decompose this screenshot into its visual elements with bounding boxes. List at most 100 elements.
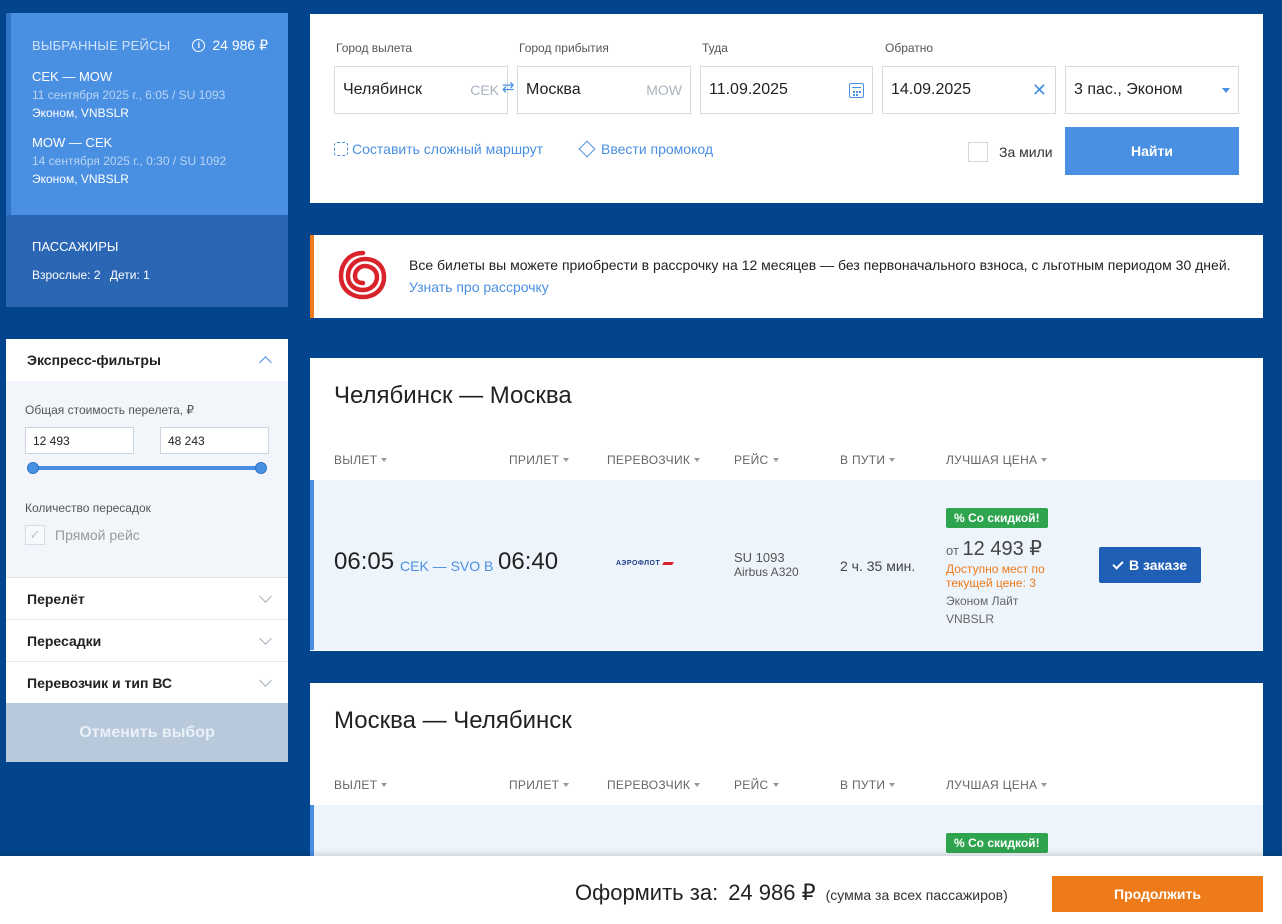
from-city-code: CEK (470, 82, 499, 98)
express-filters-body: Общая стоимость перелета, ₽ Количество п… (6, 381, 288, 577)
price-slider-max-handle[interactable] (255, 462, 267, 474)
filter-section-transfers[interactable]: Пересадки (6, 619, 288, 661)
filters-panel: Экспресс-фильтры Общая стоимость перелет… (6, 339, 288, 762)
promo-code-link[interactable]: Ввести промокод (578, 140, 713, 158)
price-slider[interactable] (25, 461, 269, 475)
selected-segment: MOW — CEK 14 сентября 2025 г., 0:30 / SU… (32, 134, 268, 188)
discount-badge: % Со скидкой! (946, 508, 1048, 528)
price-range-inputs (25, 427, 269, 454)
arrival-time: 06:40 (498, 548, 559, 575)
sort-flight[interactable]: РЕЙС (734, 453, 779, 467)
find-button[interactable]: Найти (1065, 127, 1239, 175)
selected-segment: CEK — MOW 11 сентября 2025 г., 6:05 / SU… (32, 68, 268, 122)
continue-button[interactable]: Продолжить (1052, 876, 1263, 912)
segment-date: 11 сентября 2025 г., 6:05 / SU 1093 (32, 88, 226, 102)
best-price: % Со скидкой! (946, 833, 1048, 853)
filter-section-flight[interactable]: Перелёт (6, 577, 288, 619)
sort-departure[interactable]: ВЫЛЕТ (334, 453, 387, 467)
express-filters-header[interactable]: Экспресс-фильтры (6, 339, 288, 381)
clear-icon[interactable]: ✕ (1032, 80, 1047, 101)
selected-price[interactable]: i 24 986 ₽ (192, 37, 268, 54)
to-city-field[interactable]: Москва MOW (517, 66, 691, 114)
route-codes: CEK — SVO B (400, 558, 494, 574)
sort-duration[interactable]: В ПУТИ (840, 453, 895, 467)
sort-departure[interactable]: ВЫЛЕТ (334, 778, 387, 792)
price-prefix: от (946, 543, 959, 558)
direct-flight-label: Прямой рейс (55, 527, 140, 543)
passengers-adults: Взрослые: 2 (32, 268, 101, 282)
checkout-amount: 24 986 ₽ (728, 880, 816, 905)
from-city-value: Челябинск (343, 81, 422, 98)
from-city-field[interactable]: Челябинск CEK (334, 66, 508, 114)
complex-route-label: Составить сложный маршрут (352, 141, 544, 157)
direct-flight-option[interactable]: ✓ Прямой рейс (25, 525, 269, 545)
installment-link[interactable]: Узнать про рассрочку (409, 276, 1231, 298)
miles-label: За мили (999, 144, 1053, 160)
segment-date: 14 сентября 2025 г., 0:30 / SU 1092 (32, 154, 227, 168)
price-max-input[interactable] (160, 427, 269, 454)
passengers-title: ПАССАЖИРЫ (32, 239, 119, 254)
sort-arrival[interactable]: ПРИЛЕТ (509, 453, 569, 467)
miles-option[interactable]: За мили (968, 142, 1053, 162)
return-date-value: 14.09.2025 (891, 81, 972, 98)
chevron-up-icon[interactable] (259, 355, 272, 369)
aeroflot-wing-icon (662, 562, 675, 565)
stops-filter-label: Количество пересадок (25, 501, 151, 515)
price-slider-min-handle[interactable] (27, 462, 39, 474)
check-icon (1112, 557, 1124, 570)
flight-row[interactable]: % Со скидкой! (310, 805, 1263, 863)
filter-section-label: Перевозчик и тип ВС (27, 674, 173, 691)
fare-name: Эконом Лайт (946, 594, 1019, 608)
depart-date-value: 11.09.2025 (709, 81, 788, 98)
segment-fare: Эконом, VNBSLR (32, 106, 129, 120)
filter-section-label: Перелёт (27, 590, 85, 607)
selected-flights-panel: ВЫБРАННЫЕ РЕЙСЫ i 24 986 ₽ CEK — MOW 11 … (6, 13, 288, 215)
sort-carrier[interactable]: ПЕРЕВОЗЧИК (607, 453, 700, 467)
route-icon (334, 142, 348, 156)
return-date-field[interactable]: 14.09.2025 ✕ (882, 66, 1056, 114)
express-filters-title: Экспресс-фильтры (27, 352, 161, 368)
tag-icon (578, 140, 596, 158)
departure-time: 06:05 (334, 548, 395, 575)
info-icon[interactable]: i (192, 39, 206, 52)
in-order-label: В заказе (1128, 557, 1188, 573)
aircraft-type: Airbus A320 (734, 565, 799, 579)
swap-cities-icon[interactable]: ⇄ (502, 78, 515, 96)
segment-route: MOW — CEK (32, 135, 113, 150)
availability-note: Доступно мест по текущей цене: 3 (946, 562, 1045, 590)
price-min-input[interactable] (25, 427, 134, 454)
sort-flight[interactable]: РЕЙС (734, 778, 779, 792)
best-price: % Со скидкой! от 12 493 ₽ Доступно мест … (946, 508, 1056, 628)
sort-duration[interactable]: В ПУТИ (840, 778, 895, 792)
to-label: Город прибытия (519, 41, 609, 55)
aeroflot-logo: АЭРОФЛОТ (616, 560, 675, 567)
miles-checkbox[interactable] (968, 142, 988, 162)
passengers-select-value: 3 пас., Эконом (1074, 81, 1183, 98)
direct-flight-checkbox[interactable]: ✓ (25, 525, 45, 545)
banner-message: Все билеты вы можете приобрести в рассро… (409, 257, 1231, 273)
from-label: Город вылета (336, 41, 413, 55)
inbound-title: Москва — Челябинск (334, 707, 572, 734)
sort-carrier[interactable]: ПЕРЕВОЗЧИК (607, 778, 700, 792)
price-filter-label: Общая стоимость перелета, ₽ (25, 403, 195, 417)
sort-best-price[interactable]: ЛУЧШАЯ ЦЕНА (946, 453, 1047, 467)
flight-row[interactable]: 06:05 CEK — SVO B 06:40 АЭРОФЛОТ SU 1093… (310, 480, 1263, 650)
outbound-title: Челябинск — Москва (334, 382, 572, 409)
filter-section-label: Пересадки (27, 632, 102, 649)
return-label: Обратно (885, 41, 934, 55)
sort-arrival[interactable]: ПРИЛЕТ (509, 778, 569, 792)
filter-section-carrier[interactable]: Перевозчик и тип ВС (6, 661, 288, 703)
search-panel: Город вылета Челябинск CEK ⇄ Город прибы… (310, 14, 1263, 203)
passengers-select[interactable]: 3 пас., Эконом (1065, 66, 1239, 114)
carrier-name: АЭРОФЛОТ (616, 560, 661, 567)
depart-date-field[interactable]: 11.09.2025 (700, 66, 873, 114)
installment-banner: Все билеты вы можете приобрести в рассро… (310, 235, 1263, 318)
installment-logo-icon (338, 250, 387, 300)
segment-fare: Эконом, VNBSLR (32, 172, 129, 186)
passengers-children: Дети: 1 (109, 268, 150, 282)
sort-best-price[interactable]: ЛУЧШАЯ ЦЕНА (946, 778, 1047, 792)
calendar-icon[interactable] (849, 82, 864, 98)
complex-route-link[interactable]: Составить сложный маршрут (334, 141, 543, 157)
in-order-button[interactable]: В заказе (1099, 547, 1201, 583)
reset-selection-button[interactable]: Отменить выбор (6, 703, 288, 762)
